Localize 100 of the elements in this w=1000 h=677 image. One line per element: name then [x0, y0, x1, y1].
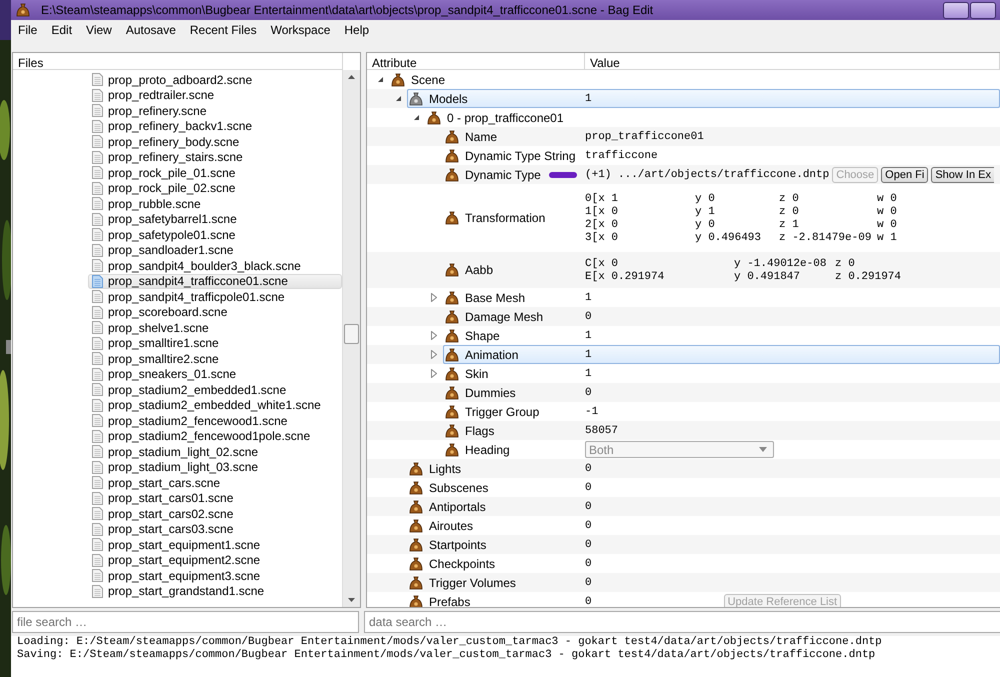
- data-search-field[interactable]: data search …: [364, 611, 1000, 633]
- list-row[interactable]: prop_sandpit4_boulder3_black.scne: [88, 258, 342, 274]
- list-row[interactable]: prop_stadium2_fencewood1.scne: [88, 413, 342, 428]
- tree-row[interactable]: Transformation 0[x 1 y 0 z 0 w 0 1[x 0 y 1 z 0 w 0 2[x 0 y 0 z 1 w 0 3[x 0 y 0.496493 z -2.81479e-09 w 1: [443, 184, 1000, 252]
- bag-icon: [444, 148, 460, 164]
- list-row[interactable]: prop_start_equipment2.scne: [88, 552, 342, 568]
- file-button[interactable]: Open Fi: [881, 166, 928, 182]
- value-text: 0: [585, 576, 592, 588]
- matrix-cell-text: y 1: [695, 206, 716, 218]
- file-name: prop_refinery.scne: [108, 104, 206, 118]
- attribute-label: Transformation: [465, 211, 546, 225]
- menu-item[interactable]: Edit: [44, 23, 80, 37]
- matrix-cell-text: z 0: [835, 258, 856, 270]
- expanded-icon[interactable]: [412, 114, 420, 121]
- list-row[interactable]: prop_stadium2_embedded1.scne: [88, 382, 342, 398]
- list-row[interactable]: prop_redtrailer.scne: [88, 88, 342, 103]
- list-row[interactable]: prop_start_cars03.scne: [88, 522, 342, 537]
- tree-row[interactable]: Dynamic Type String trafficcone: [443, 146, 1000, 165]
- menu-item[interactable]: View: [79, 23, 119, 37]
- bag-icon: [444, 166, 460, 182]
- maximize-button[interactable]: [970, 2, 996, 18]
- column-header[interactable]: Files: [13, 53, 343, 70]
- document-icon: [92, 584, 103, 598]
- list-row[interactable]: prop_sandloader1.scne: [88, 242, 342, 258]
- list-row[interactable]: prop_start_cars01.scne: [88, 490, 342, 506]
- file-name: prop_start_cars01.scne: [108, 491, 234, 506]
- file-search-field[interactable]: file search …: [12, 611, 359, 633]
- tree-row[interactable]: 0 - prop_trafficcone01: [425, 108, 1000, 127]
- list-row[interactable]: prop_stadium2_embedded_white1.scne: [88, 398, 342, 413]
- file-name: prop_stadium_light_03.scne: [108, 460, 258, 474]
- list-row[interactable]: prop_rock_pile_01.scne: [88, 165, 342, 180]
- file-name: prop_start_grandstand1.scne: [108, 584, 264, 598]
- minimize-button[interactable]: [943, 2, 969, 18]
- list-row[interactable]: prop_start_cars.scne: [88, 475, 342, 490]
- list-row[interactable]: prop_rubble.scne: [88, 196, 342, 212]
- list-row[interactable]: prop_start_equipment3.scne: [88, 568, 342, 584]
- tree-row[interactable]: Shape 1: [443, 326, 1000, 345]
- list-row[interactable]: prop_shelve1.scne: [88, 320, 342, 336]
- tree-row[interactable]: Checkpoints 0: [407, 554, 1000, 573]
- file-name: prop_smalltire2.scne: [108, 352, 219, 366]
- collapsed-icon[interactable]: [431, 350, 437, 359]
- menu-item[interactable]: Help: [337, 23, 376, 37]
- value-text: 1: [585, 92, 592, 104]
- value-text: trafficcone: [585, 150, 658, 162]
- document-icon: [92, 445, 103, 458]
- list-row[interactable]: prop_refinery_backv1.scne: [88, 118, 342, 134]
- list-row[interactable]: prop_sandpit4_trafficcone01.scne: [88, 274, 342, 289]
- list-row[interactable]: prop_smalltire1.scne: [88, 336, 342, 351]
- matrix-cell-text: 1[x 0: [585, 206, 620, 218]
- collapsed-icon[interactable]: [431, 369, 437, 378]
- list-row[interactable]: prop_start_equipment1.scne: [88, 537, 342, 552]
- list-row[interactable]: prop_stadium_light_02.scne: [88, 444, 342, 460]
- bag-icon: [444, 128, 460, 144]
- scroll-thumb[interactable]: [344, 324, 359, 344]
- list-row[interactable]: prop_refinery_stairs.scne: [88, 150, 342, 165]
- list-row[interactable]: prop_stadium_light_03.scne: [88, 460, 342, 475]
- tree-row[interactable]: Subscenes 0: [407, 478, 1000, 497]
- list-row[interactable]: prop_sandpit4_trafficpole01.scne: [88, 289, 342, 304]
- menu-item[interactable]: Autosave: [118, 23, 183, 37]
- tree-row[interactable]: Scene: [389, 70, 1000, 89]
- tree-row[interactable]: Skin 1: [443, 364, 1000, 383]
- tree-row[interactable]: Base Mesh 1: [443, 288, 1000, 307]
- tree-row[interactable]: Airoutes 0: [407, 516, 1000, 535]
- list-row[interactable]: prop_smalltire2.scne: [88, 351, 342, 366]
- list-row[interactable]: prop_sneakers_01.scne: [88, 366, 342, 382]
- expanded-icon[interactable]: [376, 76, 384, 83]
- list-row[interactable]: prop_refinery.scne: [88, 103, 342, 118]
- list-row[interactable]: prop_start_cars02.scne: [88, 506, 342, 522]
- matrix-cell-text: z -2.81479e-09: [779, 232, 872, 244]
- file-name: prop_safetybarrel1.scne: [108, 212, 237, 226]
- attribute-label: Name: [465, 130, 498, 144]
- menu-item[interactable]: Workspace: [264, 23, 338, 37]
- list-row[interactable]: prop_refinery_body.scne: [88, 134, 342, 150]
- list-row[interactable]: prop_safetybarrel1.scne: [88, 212, 342, 227]
- document-icon: [92, 182, 103, 195]
- file-button[interactable]: Show In Ex: [931, 166, 994, 182]
- file-name: prop_rubble.scne: [108, 196, 201, 211]
- attribute-label: Trigger Volumes: [429, 576, 516, 590]
- tree-row[interactable]: Trigger Group -1: [443, 402, 1000, 421]
- collapsed-icon[interactable]: [431, 331, 437, 340]
- list-row[interactable]: prop_start_grandstand1.scne: [88, 584, 342, 599]
- tree-row[interactable]: Animation 1: [443, 345, 1000, 364]
- document-icon: [92, 166, 103, 180]
- column-header[interactable]: Value: [585, 53, 1000, 70]
- list-row[interactable]: prop_stadium2_fencewood1pole.scne: [88, 428, 342, 444]
- scrollbar[interactable]: [342, 70, 360, 607]
- menu-item[interactable]: Recent Files: [182, 23, 264, 37]
- menu-item[interactable]: File: [11, 23, 44, 37]
- tree-row[interactable]: Models 1: [407, 89, 1000, 108]
- list-row[interactable]: prop_safetypole01.scne: [88, 227, 342, 242]
- scroll-down-icon[interactable]: [348, 598, 355, 602]
- scroll-up-icon[interactable]: [348, 75, 355, 79]
- list-row[interactable]: prop_scoreboard.scne: [88, 304, 342, 320]
- attribute-label: Scene: [411, 72, 446, 86]
- list-row[interactable]: prop_rock_pile_02.scne: [88, 180, 342, 196]
- file-name: prop_redtrailer.scne: [108, 88, 214, 102]
- collapsed-icon[interactable]: [431, 293, 437, 302]
- expanded-icon[interactable]: [394, 95, 402, 102]
- column-header[interactable]: Attribute: [367, 53, 585, 70]
- list-row[interactable]: prop_proto_adboard2.scne: [88, 72, 342, 88]
